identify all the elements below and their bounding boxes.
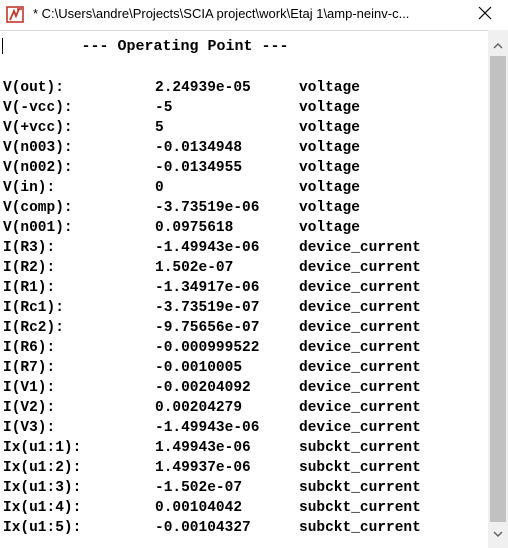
- row-value: 2.24939e-05: [155, 80, 251, 96]
- row-kind: voltage: [299, 120, 360, 136]
- row-kind: device_current: [299, 260, 421, 276]
- row-kind: device_current: [299, 360, 421, 376]
- row-value: 1.502e-07: [155, 260, 234, 276]
- row-name: V(out):: [3, 80, 64, 96]
- row-value: 0.00104042: [155, 500, 243, 516]
- row-name: I(V3):: [3, 420, 56, 436]
- row-value: 0: [155, 180, 164, 196]
- row-kind: voltage: [299, 80, 360, 96]
- operating-point-header: --- Operating Point ---: [81, 38, 289, 55]
- row-name: Ix(u1:1):: [3, 440, 82, 456]
- row-value: 0.00204279: [155, 400, 243, 416]
- row-kind: device_current: [299, 240, 421, 256]
- row-kind: voltage: [299, 220, 360, 236]
- row-name: V(-vcc):: [3, 100, 73, 116]
- row-value: -0.00204092: [155, 380, 251, 396]
- row-name: V(in):: [3, 180, 56, 196]
- row-value: 5: [155, 120, 164, 136]
- row-kind: device_current: [299, 380, 421, 396]
- row-value: -0.000999522: [155, 340, 260, 356]
- row-kind: device_current: [299, 340, 421, 356]
- row-name: I(Rc1):: [3, 300, 64, 316]
- row-value: 0.0975618: [155, 220, 234, 236]
- scroll-thumb[interactable]: [490, 56, 506, 522]
- row-name: I(R6):: [3, 340, 56, 356]
- row-kind: voltage: [299, 140, 360, 156]
- row-name: Ix(u1:5):: [3, 520, 82, 536]
- row-name: V(comp):: [3, 200, 73, 216]
- row-name: I(V2):: [3, 400, 56, 416]
- chevron-down-icon: [493, 525, 503, 543]
- row-kind: voltage: [299, 200, 360, 216]
- row-kind: subckt_current: [299, 480, 421, 496]
- row-name: Ix(u1:4):: [3, 500, 82, 516]
- row-kind: subckt_current: [299, 520, 421, 536]
- chevron-up-icon: [493, 37, 503, 55]
- row-name: V(n002):: [3, 160, 73, 176]
- row-kind: voltage: [299, 180, 360, 196]
- row-value: -9.75656e-07: [155, 320, 260, 336]
- row-kind: device_current: [299, 400, 421, 416]
- window-title: * C:\Users\andre\Projects\SCIA project\w…: [33, 6, 410, 21]
- row-name: Ix(u1:2):: [3, 460, 82, 476]
- row-kind: voltage: [299, 160, 360, 176]
- row-kind: device_current: [299, 320, 421, 336]
- row-value: -5: [155, 100, 173, 116]
- row-name: I(R1):: [3, 280, 56, 296]
- row-kind: voltage: [299, 100, 360, 116]
- row-name: I(R3):: [3, 240, 56, 256]
- close-icon: [478, 6, 492, 25]
- row-kind: subckt_current: [299, 440, 421, 456]
- ltspice-app-icon[interactable]: [6, 5, 26, 25]
- title-bar[interactable]: * C:\Users\andre\Projects\SCIA project\w…: [0, 0, 508, 30]
- operating-point-text-area[interactable]: --- Operating Point --- V(out): 2.24939e-…: [0, 30, 488, 548]
- row-value: -1.49943e-06: [155, 420, 260, 436]
- row-kind: device_current: [299, 300, 421, 316]
- row-value: -0.00104327: [155, 520, 251, 536]
- row-name: I(R7):: [3, 360, 56, 376]
- row-name: Ix(u1:3):: [3, 480, 82, 496]
- close-button[interactable]: [462, 0, 508, 30]
- row-name: V(n003):: [3, 140, 73, 156]
- row-name: I(V1):: [3, 380, 56, 396]
- scroll-up-button[interactable]: [488, 36, 508, 56]
- row-value: -0.0134955: [155, 160, 243, 176]
- row-value: 1.49937e-06: [155, 460, 251, 476]
- row-name: I(R2):: [3, 260, 56, 276]
- row-value: -0.0134948: [155, 140, 243, 156]
- row-name: V(+vcc):: [3, 120, 73, 136]
- row-value: -3.73519e-07: [155, 300, 260, 316]
- row-value: -1.34917e-06: [155, 280, 260, 296]
- row-name: V(n001):: [3, 220, 73, 236]
- vertical-scrollbar[interactable]: [488, 30, 508, 548]
- row-kind: device_current: [299, 420, 421, 436]
- scroll-down-button[interactable]: [488, 524, 508, 544]
- row-value: -0.0010005: [155, 360, 243, 376]
- row-value: -3.73519e-06: [155, 200, 260, 216]
- row-value: 1.49943e-06: [155, 440, 251, 456]
- row-value: -1.502e-07: [155, 480, 243, 496]
- row-kind: subckt_current: [299, 460, 421, 476]
- row-kind: subckt_current: [299, 500, 421, 516]
- row-value: -1.49943e-06: [155, 240, 260, 256]
- row-kind: device_current: [299, 280, 421, 296]
- row-name: I(Rc2):: [3, 320, 64, 336]
